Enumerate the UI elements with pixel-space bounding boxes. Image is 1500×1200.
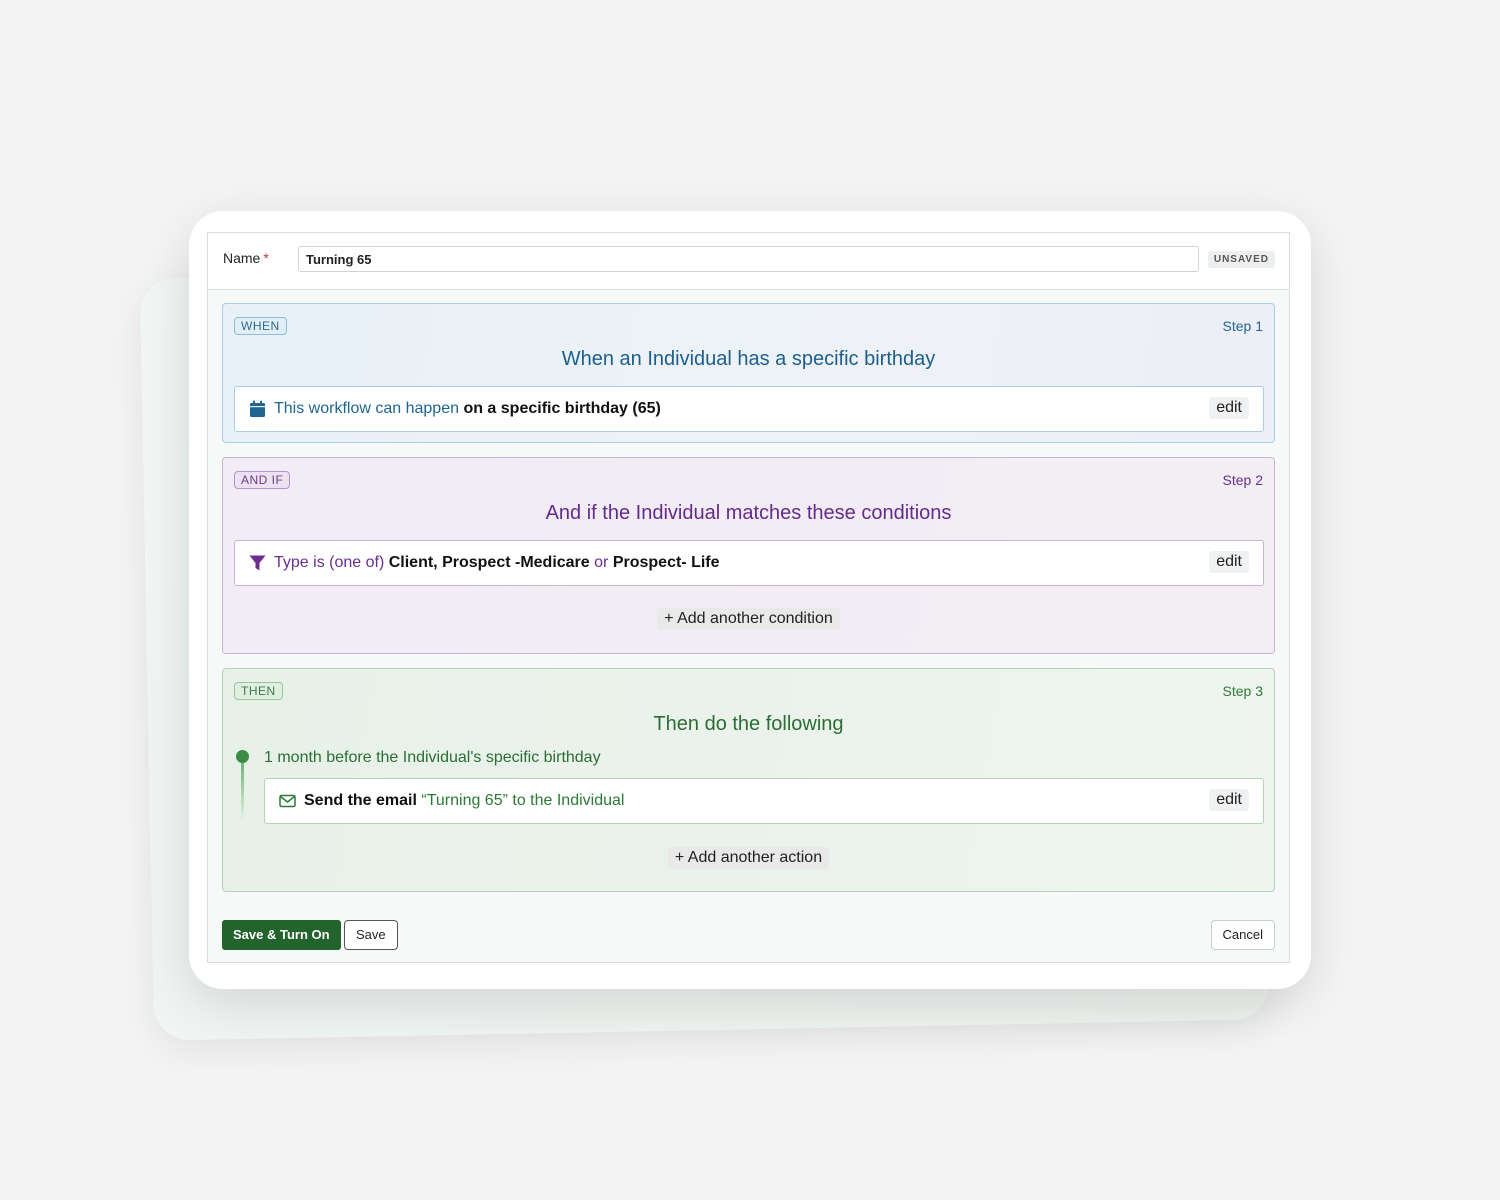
step-2-label: Step 2 <box>1222 472 1263 488</box>
trigger-rule: This workflow can happen on a specific b… <box>234 386 1264 432</box>
action-rule-text: Send the email “Turning 65” to the Indiv… <box>304 792 625 809</box>
timeline-line <box>241 763 244 821</box>
condition-rule-text: Type is (one of) Client, Prospect -Medic… <box>274 554 720 571</box>
workflow-editor: Name* UNSAVED WHEN Step 1 When an Indivi… <box>207 232 1290 963</box>
filter-icon <box>249 555 266 571</box>
when-title: When an Individual has a specific birthd… <box>561 348 936 370</box>
trigger-rule-text: This workflow can happen on a specific b… <box>274 400 661 417</box>
step-3-label: Step 3 <box>1222 683 1263 699</box>
edit-condition-button[interactable]: edit <box>1209 551 1249 573</box>
step-when: WHEN Step 1 When an Individual has a spe… <box>222 303 1275 443</box>
device-frame: Name* UNSAVED WHEN Step 1 When an Indivi… <box>189 211 1311 989</box>
and-if-tag: AND IF <box>234 471 291 489</box>
calendar-icon <box>250 400 265 417</box>
step-then: THEN Step 3 Then do the following 1 mont… <box>222 668 1275 892</box>
then-tag: THEN <box>234 682 283 700</box>
footer-actions: Save & Turn On Save Cancel <box>222 920 1275 950</box>
step-and-if: AND IF Step 2 And if the Individual matc… <box>222 457 1275 654</box>
condition-rule: Type is (one of) Client, Prospect -Medic… <box>234 540 1264 586</box>
edit-trigger-button[interactable]: edit <box>1209 397 1249 419</box>
add-condition-button[interactable]: + Add another condition <box>657 608 840 630</box>
when-tag: WHEN <box>234 317 287 335</box>
timeline-dot <box>236 750 249 763</box>
unsaved-badge: UNSAVED <box>1207 251 1275 268</box>
cancel-button[interactable]: Cancel <box>1210 920 1275 950</box>
edit-action-button[interactable]: edit <box>1209 789 1249 811</box>
save-button[interactable]: Save <box>344 920 398 950</box>
name-input[interactable] <box>298 246 1199 272</box>
action-rule: Send the email “Turning 65” to the Indiv… <box>264 778 1264 824</box>
save-and-turn-on-button[interactable]: Save & Turn On <box>222 920 341 950</box>
envelope-icon <box>279 794 296 808</box>
then-title: Then do the following <box>653 713 844 735</box>
timing-text: 1 month before the Individual's specific… <box>264 749 601 766</box>
name-row: Name* UNSAVED <box>208 233 1289 290</box>
and-if-title: And if the Individual matches these cond… <box>545 502 952 524</box>
name-label: Name * <box>223 250 269 266</box>
required-mark: * <box>263 250 269 266</box>
add-action-button[interactable]: + Add another action <box>667 847 830 869</box>
step-1-label: Step 1 <box>1222 318 1263 334</box>
